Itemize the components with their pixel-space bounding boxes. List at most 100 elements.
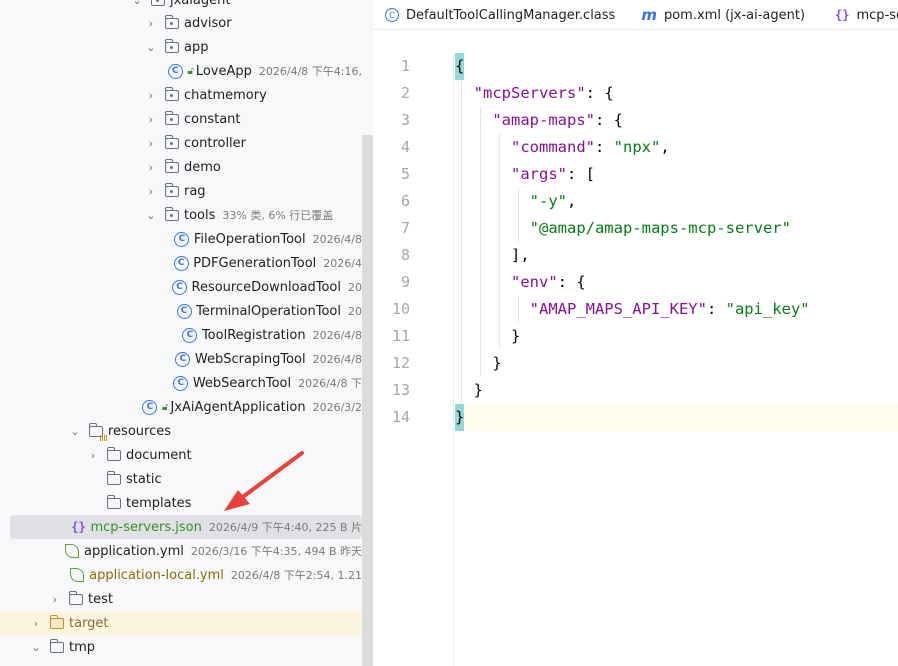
red-arrow-annotation (224, 451, 304, 511)
code-line-9: "env": { (455, 269, 898, 296)
tree-item-loveapp[interactable]: C 🔓︎ LoveApp 2026/4/8 下午4:16, (0, 59, 362, 83)
line-number: 5 (400, 165, 410, 183)
tab-mcp-servers-json[interactable]: {} mcp-serv (817, 0, 898, 29)
json-string: "api_key" (725, 300, 810, 318)
line-number: 14 (391, 408, 410, 426)
tree-item-mcp-servers-json[interactable]: {} mcp-servers.json 2026/4/9 下午4:40, 225… (10, 515, 362, 539)
chevron-down-icon[interactable]: ⌄ (68, 424, 82, 438)
tree-item-fileoperationtool[interactable]: C FileOperationTool 2026/4/8 (0, 227, 362, 251)
chevron-right-icon[interactable]: › (144, 160, 158, 174)
excluded-folder-icon (49, 614, 65, 631)
line-number: 8 (400, 246, 410, 264)
json-key: "command" (511, 138, 595, 156)
code-line-11: } (455, 323, 898, 350)
tree-item-application-local-yml[interactable]: application-local.yml 2026/4/8 下午2:54, 1… (0, 563, 362, 587)
folder-icon (49, 638, 65, 655)
package-icon (150, 0, 166, 8)
tree-item-toolregistration[interactable]: C ToolRegistration 2026/4/8 (0, 323, 362, 347)
package-icon (164, 206, 180, 223)
code-line-12: } (455, 350, 898, 377)
code-line-7: "@amap/amap-maps-mcp-server" (455, 215, 898, 242)
line-number: 13 (391, 381, 410, 399)
package-icon (164, 110, 180, 127)
chevron-right-icon[interactable]: › (144, 88, 158, 102)
package-icon (164, 86, 180, 103)
resources-folder-icon (88, 422, 107, 441)
tree-item-target[interactable]: › target (0, 611, 373, 635)
line-number: 4 (400, 138, 410, 156)
tree-item-pdfgenerationtool[interactable]: C PDFGenerationTool 2026/4 (0, 251, 362, 275)
chevron-right-icon[interactable]: › (144, 136, 158, 150)
package-icon (164, 182, 180, 199)
class-icon: C (176, 303, 192, 319)
spring-leaf-icon (69, 567, 85, 583)
tree-item-terminaloperationtool[interactable]: C TerminalOperationTool 20 (0, 299, 362, 323)
tree-item-chatmemory[interactable]: › chatmemory (0, 83, 362, 107)
chevron-right-icon[interactable]: › (144, 16, 158, 30)
code-editor[interactable]: C DefaultToolCallingManager.class m pom.… (373, 0, 898, 666)
class-icon: C (167, 63, 183, 79)
code-line-10: "AMAP_MAPS_API_KEY": "api_key" (455, 296, 898, 323)
chevron-right-icon[interactable]: › (144, 184, 158, 198)
code-line-4: "command": "npx", (455, 134, 898, 161)
tree-item-application-yml[interactable]: application.yml 2026/3/16 下午4:35, 494 B … (0, 539, 362, 563)
line-number: 6 (400, 192, 410, 210)
tree-item-webscrapingtool[interactable]: C WebScrapingTool 2026/4/8 (0, 347, 362, 371)
line-number-gutter: 1 2 3 4 5 6 7 8 9 10 11 12 13 14 (373, 53, 453, 431)
package-icon (164, 158, 180, 175)
chevron-down-icon[interactable]: ⌄ (130, 0, 144, 7)
code-line-8: ], (455, 242, 898, 269)
folder-icon (106, 494, 122, 511)
line-number: 2 (400, 84, 410, 102)
tree-item-resourcedownloadtool[interactable]: C ResourceDownloadTool 20 (0, 275, 362, 299)
tree-item-test[interactable]: › test (0, 587, 362, 611)
chevron-down-icon[interactable]: ⌄ (29, 640, 43, 654)
tree-item-resources[interactable]: ⌄ resources (0, 419, 362, 443)
tree-item-jxaiagentapplication[interactable]: C 🔓︎ JxAiAgentApplication 2026/3/2 (0, 395, 362, 419)
tree-item-demo[interactable]: › demo (0, 155, 362, 179)
line-number: 10 (391, 300, 410, 318)
editor-tabs: C DefaultToolCallingManager.class m pom.… (373, 0, 898, 30)
chevron-right-icon[interactable]: › (29, 616, 43, 630)
code-line-6: "-y", (455, 188, 898, 215)
lock-icon: 🔓︎ (161, 401, 169, 413)
tree-item-rag[interactable]: › rag (0, 179, 362, 203)
chevron-right-icon[interactable]: › (48, 592, 62, 606)
spring-app-icon: C (142, 399, 158, 415)
tree-item-app[interactable]: ⌄ app (0, 35, 362, 59)
tree-item-controller[interactable]: › controller (0, 131, 362, 155)
tree-item-tools[interactable]: ⌄ tools 33% 类, 6% 行已覆盖 (0, 203, 362, 227)
json-key: "mcpServers" (473, 84, 586, 102)
json-icon: {} (71, 520, 86, 534)
code-area[interactable]: { "mcpServers": { "amap-maps": { "comman… (455, 53, 898, 431)
tree-item-tmp[interactable]: ⌄ tmp (0, 635, 362, 659)
tree-item-advisor[interactable]: › advisor (0, 11, 362, 35)
class-icon: C (182, 327, 198, 343)
maven-icon: m (641, 6, 657, 24)
matched-brace: } (455, 404, 465, 431)
class-icon: C (172, 279, 188, 295)
tree-item-websearchtool[interactable]: C WebSearchTool 2026/4/8 下 (0, 371, 362, 395)
chevron-down-icon[interactable]: ⌄ (144, 40, 158, 54)
tree-item-constant[interactable]: › constant (0, 107, 362, 131)
code-line-13: } (455, 377, 898, 404)
code-line-1: { (455, 53, 898, 80)
line-number: 7 (400, 219, 410, 237)
folder-icon (106, 446, 122, 463)
package-icon (164, 134, 180, 151)
folder-icon (68, 590, 84, 607)
chevron-down-icon[interactable]: ⌄ (144, 208, 158, 222)
spring-leaf-icon (64, 543, 80, 559)
code-line-14: } (455, 404, 898, 431)
lock-icon: 🔓︎ (187, 65, 194, 77)
project-tree: ⌄ jxaiagent › advisor ⌄ app C 🔓︎ LoveApp… (0, 0, 373, 666)
class-icon: C (174, 231, 190, 247)
tab-defaulttoolcallingmanager[interactable]: C DefaultToolCallingManager.class (373, 0, 627, 29)
folder-icon (106, 470, 122, 487)
tree-scrollbar[interactable] (362, 135, 373, 666)
chevron-right-icon[interactable]: › (144, 112, 158, 126)
chevron-right-icon[interactable]: › (86, 448, 100, 462)
tab-pom-xml[interactable]: m pom.xml (jx-ai-agent) (627, 0, 817, 29)
line-number: 3 (400, 111, 410, 129)
json-key: "args" (511, 165, 567, 183)
